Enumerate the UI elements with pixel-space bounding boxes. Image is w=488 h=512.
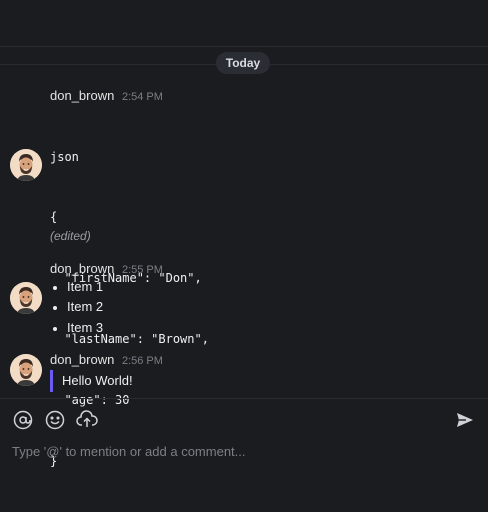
message-meta: don_brown 2:56 PM — [50, 352, 163, 367]
avatar[interactable] — [10, 149, 42, 181]
blockquote: Hello World! — [50, 370, 133, 392]
day-divider-pill: Today — [216, 52, 270, 74]
at-mention-icon — [13, 410, 33, 430]
send-button[interactable] — [454, 409, 476, 431]
edited-label: (edited) — [50, 229, 91, 243]
author-name[interactable]: don_brown — [50, 261, 114, 276]
timestamp: 2:55 PM — [121, 264, 163, 276]
at-mention-button[interactable] — [12, 409, 34, 431]
upload-icon — [76, 410, 98, 427]
code-line: json — [50, 149, 79, 164]
avatar-image — [10, 282, 42, 314]
avatar[interactable] — [10, 354, 42, 386]
upload-button[interactable] — [76, 409, 98, 431]
composer-divider — [0, 398, 488, 399]
timestamp: 2:56 PM — [121, 355, 163, 367]
emoji-icon — [45, 410, 65, 430]
author-name[interactable]: don_brown — [50, 352, 114, 367]
timestamp: 2:54 PM — [121, 91, 163, 103]
message-meta: don_brown 2:55 PM — [50, 261, 163, 276]
list-item: Item 2 — [50, 297, 103, 317]
bullet-list: Item 1 Item 2 Item 3 — [50, 277, 103, 338]
top-divider — [0, 46, 488, 47]
avatar-image — [10, 354, 42, 386]
avatar-image — [10, 149, 42, 181]
avatar[interactable] — [10, 282, 42, 314]
comment-input[interactable] — [0, 438, 488, 466]
emoji-button[interactable] — [44, 409, 66, 431]
composer-toolbar — [12, 409, 98, 431]
author-name[interactable]: don_brown — [50, 88, 114, 103]
list-item: Item 1 — [50, 277, 103, 297]
message-meta: don_brown 2:54 PM — [50, 88, 163, 103]
code-line: { — [50, 210, 58, 225]
code-line: "age": 30 — [50, 393, 130, 408]
list-item: Item 3 — [50, 318, 103, 338]
send-icon — [457, 413, 473, 427]
